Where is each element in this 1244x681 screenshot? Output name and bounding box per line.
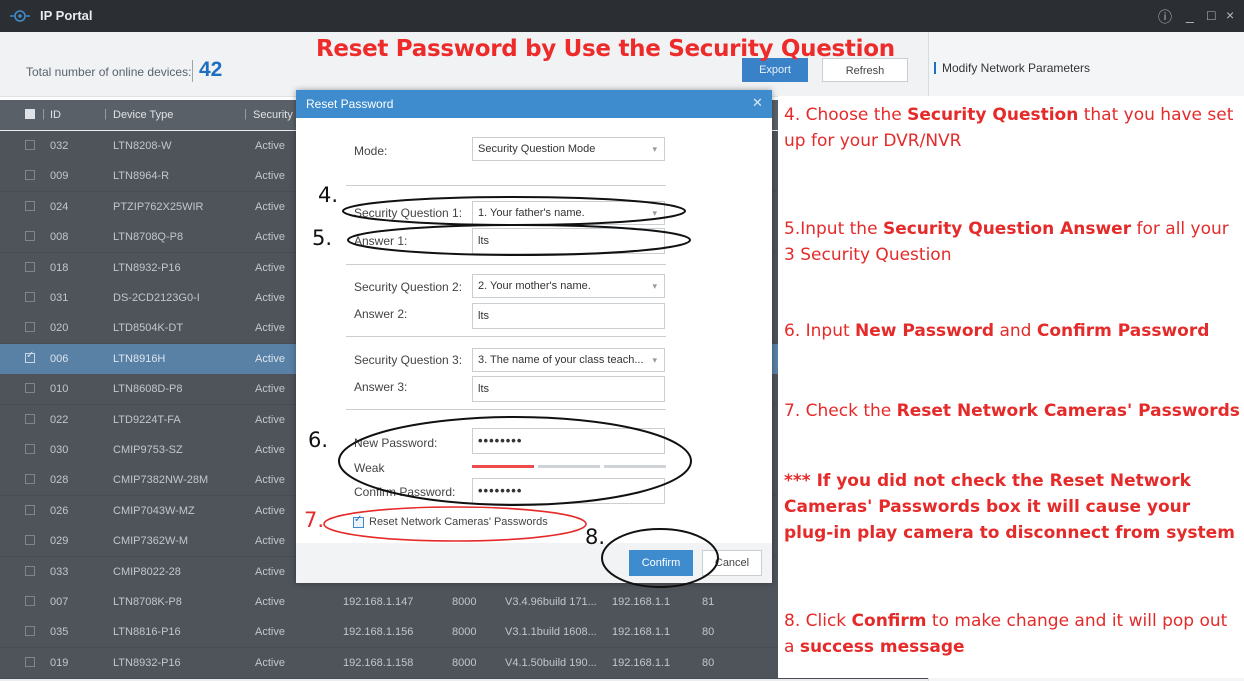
step-7-ellipse bbox=[323, 506, 587, 542]
step-5-ellipse bbox=[347, 224, 691, 256]
annotation-ellipses bbox=[323, 196, 719, 588]
step-8-ellipse bbox=[601, 528, 719, 588]
step-4-ellipse bbox=[342, 196, 686, 226]
step-6-ellipse bbox=[338, 416, 692, 506]
